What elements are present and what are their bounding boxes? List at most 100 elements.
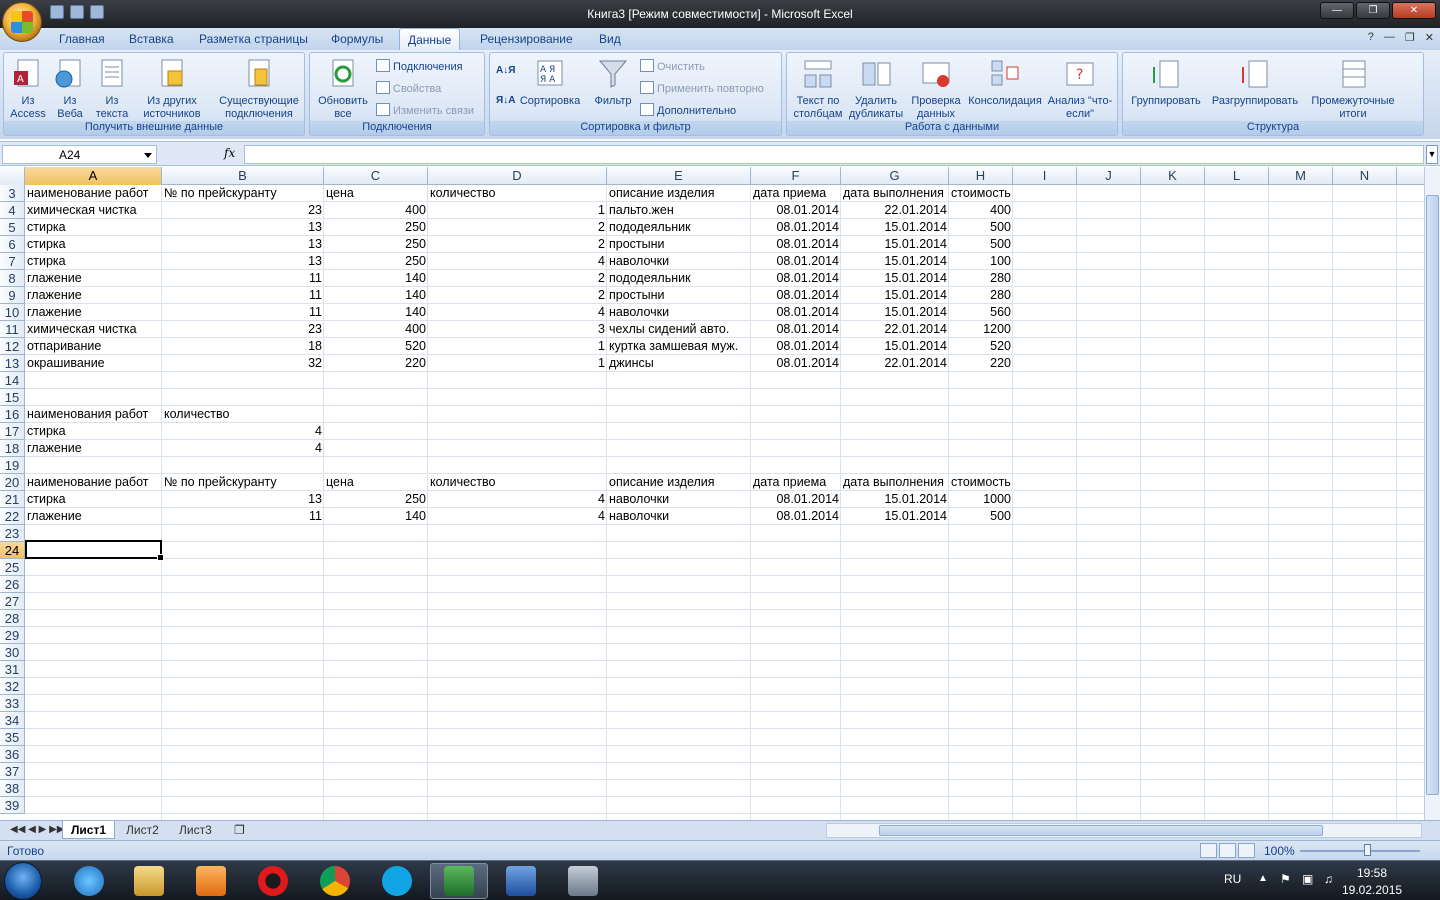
what-if-button[interactable]: ? Анализ "что-если"	[1045, 57, 1115, 121]
cell-h21[interactable]: 1000	[949, 491, 1013, 508]
page-break-view-icon[interactable]	[1238, 843, 1255, 858]
taskbar-explorer[interactable]	[120, 863, 178, 899]
sort-za-icon[interactable]: Я↓А	[496, 95, 515, 106]
insert-sheet-icon[interactable]: ❐	[226, 821, 253, 839]
data-validation-button[interactable]: Проверка данных	[907, 57, 965, 121]
row-header-21[interactable]: 21	[0, 491, 25, 508]
cell-e6[interactable]: простыни	[607, 236, 751, 253]
cell-c8[interactable]: 140	[324, 270, 428, 287]
taskbar-skype[interactable]	[368, 863, 426, 899]
row-header-24[interactable]: 24	[0, 542, 25, 559]
taskbar-chrome[interactable]	[306, 863, 364, 899]
row-header-9[interactable]: 9	[0, 287, 25, 304]
cell-a3[interactable]: наименование работ	[25, 185, 162, 202]
cell-h10[interactable]: 560	[949, 304, 1013, 321]
cell-b20[interactable]: № по прейскуранту	[162, 474, 324, 491]
cell-a16[interactable]: наименования работ	[25, 406, 162, 423]
cell-f6[interactable]: 08.01.2014	[751, 236, 841, 253]
from-text-button[interactable]: Из текста	[92, 57, 132, 121]
active-cell[interactable]	[25, 540, 164, 561]
cell-f9[interactable]: 08.01.2014	[751, 287, 841, 304]
cell-c21[interactable]: 250	[324, 491, 428, 508]
cell-a5[interactable]: стирка	[25, 219, 162, 236]
cell-g7[interactable]: 15.01.2014	[841, 253, 949, 270]
cell-c4[interactable]: 400	[324, 202, 428, 219]
cell-f3[interactable]: дата приема	[751, 185, 841, 202]
cell-f13[interactable]: 08.01.2014	[751, 355, 841, 372]
cell-c7[interactable]: 250	[324, 253, 428, 270]
column-header-i[interactable]: I	[1013, 167, 1077, 185]
existing-connections-button[interactable]: Существующие подключения	[216, 57, 302, 121]
cell-b7[interactable]: 13	[162, 253, 324, 270]
cell-a6[interactable]: стирка	[25, 236, 162, 253]
tab-page-layout[interactable]: Разметка страницы	[199, 32, 308, 46]
cell-h9[interactable]: 280	[949, 287, 1013, 304]
cell-a13[interactable]: окрашивание	[25, 355, 162, 372]
taskbar-ie[interactable]	[60, 863, 118, 899]
office-button[interactable]	[2, 2, 42, 42]
cell-h22[interactable]: 500	[949, 508, 1013, 525]
cell-h6[interactable]: 500	[949, 236, 1013, 253]
consolidate-button[interactable]: Консолидация	[965, 57, 1045, 108]
row-header-6[interactable]: 6	[0, 236, 25, 253]
cell-a4[interactable]: химическая чистка	[25, 202, 162, 219]
properties-button[interactable]: Свойства	[376, 81, 441, 95]
row-header-28[interactable]: 28	[0, 610, 25, 627]
sheet-tab-3[interactable]: Лист3	[171, 821, 220, 839]
cell-f20[interactable]: дата приема	[751, 474, 841, 491]
ribbon-minimize-icon[interactable]: —	[1384, 31, 1395, 44]
normal-view-icon[interactable]	[1200, 843, 1217, 858]
sort-az-icon[interactable]: А↓Я	[496, 65, 515, 76]
sort-button[interactable]: А ЯЯ А Сортировка	[516, 57, 584, 108]
cell-g21[interactable]: 15.01.2014	[841, 491, 949, 508]
taskbar-word[interactable]	[492, 863, 550, 899]
cell-a12[interactable]: отпаривание	[25, 338, 162, 355]
edit-links-button[interactable]: Изменить связи	[376, 103, 474, 117]
from-web-button[interactable]: Из Веба	[52, 57, 88, 121]
zoom-slider[interactable]	[1300, 850, 1420, 852]
cell-a8[interactable]: глажение	[25, 270, 162, 287]
row-header-27[interactable]: 27	[0, 593, 25, 610]
cell-f5[interactable]: 08.01.2014	[751, 219, 841, 236]
cell-d22[interactable]: 4	[428, 508, 607, 525]
cell-d5[interactable]: 2	[428, 219, 607, 236]
cell-h13[interactable]: 220	[949, 355, 1013, 372]
cell-e20[interactable]: описание изделия	[607, 474, 751, 491]
cell-e10[interactable]: наволочки	[607, 304, 751, 321]
page-layout-view-icon[interactable]	[1219, 843, 1236, 858]
cell-g8[interactable]: 15.01.2014	[841, 270, 949, 287]
tab-home[interactable]: Главная	[59, 32, 105, 46]
start-button[interactable]	[4, 862, 42, 900]
cell-e9[interactable]: простыни	[607, 287, 751, 304]
clear-filter-button[interactable]: Очистить	[640, 59, 705, 73]
cell-d11[interactable]: 3	[428, 321, 607, 338]
row-header-18[interactable]: 18	[0, 440, 25, 457]
row-header-30[interactable]: 30	[0, 644, 25, 661]
column-header-g[interactable]: G	[841, 167, 949, 185]
taskbar-excel[interactable]	[430, 863, 488, 899]
row-header-12[interactable]: 12	[0, 338, 25, 355]
volume-icon[interactable]: ♫	[1324, 872, 1333, 886]
insert-function-icon[interactable]: fx	[224, 146, 235, 160]
cell-a18[interactable]: глажение	[25, 440, 162, 457]
cell-d21[interactable]: 4	[428, 491, 607, 508]
row-header-32[interactable]: 32	[0, 678, 25, 695]
cell-e22[interactable]: наволочки	[607, 508, 751, 525]
row-header-13[interactable]: 13	[0, 355, 25, 372]
cell-f12[interactable]: 08.01.2014	[751, 338, 841, 355]
expand-formula-bar-icon[interactable]: ▼	[1426, 145, 1438, 164]
row-header-35[interactable]: 35	[0, 729, 25, 746]
horizontal-scroll-thumb[interactable]	[879, 825, 1323, 836]
cell-g20[interactable]: дата выполнения	[841, 474, 949, 491]
from-access-button[interactable]: A Из Access	[8, 57, 48, 121]
row-header-23[interactable]: 23	[0, 525, 25, 542]
cell-h5[interactable]: 500	[949, 219, 1013, 236]
row-header-19[interactable]: 19	[0, 457, 25, 474]
column-header-n[interactable]: N	[1333, 167, 1397, 185]
cell-c11[interactable]: 400	[324, 321, 428, 338]
column-header-f[interactable]: F	[751, 167, 841, 185]
row-header-36[interactable]: 36	[0, 746, 25, 763]
tab-insert[interactable]: Вставка	[129, 32, 174, 46]
cell-c5[interactable]: 250	[324, 219, 428, 236]
reapply-button[interactable]: Применить повторно	[640, 81, 764, 95]
